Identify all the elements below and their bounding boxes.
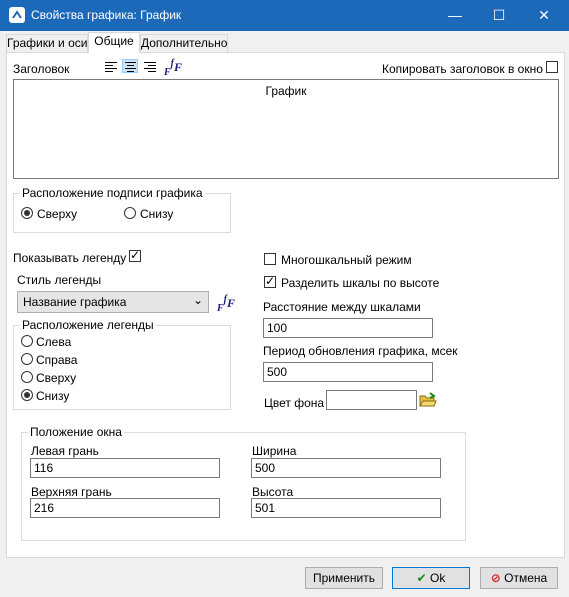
close-icon: ✕: [538, 7, 550, 23]
tab-general[interactable]: Общие: [88, 32, 140, 53]
align-right-button[interactable]: [142, 60, 158, 74]
minimize-icon: —: [448, 7, 462, 23]
legend-font-button[interactable]: FfF: [217, 294, 236, 314]
cancel-label: Отмена: [504, 571, 548, 585]
ok-button[interactable]: ✔ Ok: [392, 567, 470, 589]
left-edge-label: Левая грань: [31, 444, 99, 458]
window-title: Свойства графика: График: [31, 8, 182, 22]
left-edge-input[interactable]: [30, 458, 220, 478]
tab-advanced[interactable]: Дополнительно: [140, 34, 228, 52]
bg-color-label: Цвет фона: [264, 396, 325, 410]
top-edge-input[interactable]: [30, 498, 220, 518]
multiscale-label: Многошкальный режим: [281, 253, 412, 267]
window-position-title: Положение окна: [28, 425, 124, 439]
cancel-button[interactable]: ⊘ Отмена: [480, 567, 558, 589]
maximize-icon: ☐: [492, 7, 506, 23]
legend-bottom-label: Снизу: [36, 389, 70, 403]
folder-open-icon[interactable]: [419, 392, 437, 408]
width-input[interactable]: [251, 458, 441, 478]
caption-bottom-radio[interactable]: [124, 207, 136, 219]
cancel-icon: ⊘: [490, 571, 501, 585]
refresh-period-label: Период обновления графика, мсек: [263, 344, 458, 358]
legend-right-label: Справа: [36, 353, 78, 367]
title-text: График: [265, 84, 307, 98]
font-icon: FfF: [217, 294, 236, 314]
title-textarea[interactable]: График: [13, 79, 559, 179]
legend-top-radio[interactable]: [21, 371, 33, 383]
legend-style-label: Стиль легенды: [17, 273, 102, 287]
copy-title-label: Копировать заголовок в окно: [382, 62, 543, 76]
distance-label: Расстояние между шкалами: [263, 300, 421, 314]
multiscale-checkbox[interactable]: [264, 253, 276, 265]
top-edge-label: Верхняя грань: [31, 485, 112, 499]
caption-bottom-label: Снизу: [140, 207, 174, 221]
width-label: Ширина: [252, 444, 297, 458]
ok-label: Ok: [430, 571, 446, 585]
legend-right-radio[interactable]: [21, 353, 33, 365]
font-icon: FfF: [164, 58, 183, 78]
tab-graphs-axes[interactable]: Графики и оси: [6, 34, 88, 52]
caption-top-label: Сверху: [37, 207, 78, 221]
legend-style-value: Название графика: [23, 295, 127, 309]
font-settings-button[interactable]: FfF: [164, 58, 183, 78]
distance-input[interactable]: [263, 318, 433, 338]
bg-color-input[interactable]: [326, 390, 417, 410]
copy-title-checkbox[interactable]: [546, 61, 558, 73]
chevron-down-icon: ⌄: [192, 293, 203, 307]
minimize-button[interactable]: —: [432, 0, 478, 31]
caption-position-title: Расположение подписи графика: [20, 186, 205, 200]
legend-left-label: Слева: [36, 335, 72, 349]
refresh-period-input[interactable]: [263, 362, 433, 382]
app-icon: [9, 7, 25, 23]
height-input[interactable]: [251, 498, 441, 518]
height-label: Высота: [252, 485, 294, 499]
title-label: Заголовок: [13, 62, 70, 76]
legend-style-select[interactable]: Название графика ⌄: [17, 291, 209, 313]
align-left-button[interactable]: [103, 60, 119, 74]
split-scales-checkbox[interactable]: [264, 274, 276, 288]
legend-bottom-radio[interactable]: [21, 389, 33, 401]
apply-button[interactable]: Применить: [305, 567, 383, 589]
show-legend-checkbox[interactable]: [129, 248, 141, 262]
legend-left-radio[interactable]: [21, 335, 33, 347]
title-bar: Свойства графика: График — ☐ ✕: [0, 0, 569, 31]
close-button[interactable]: ✕: [521, 0, 567, 31]
show-legend-label: Показывать легенду: [13, 251, 127, 265]
legend-top-label: Сверху: [36, 371, 77, 385]
legend-position-title: Расположение легенды: [20, 318, 156, 332]
maximize-button[interactable]: ☐: [476, 0, 522, 31]
checkmark-icon: ✔: [416, 571, 427, 585]
caption-top-radio[interactable]: [21, 207, 33, 219]
split-scales-label: Разделить шкалы по высоте: [281, 276, 440, 290]
align-center-button[interactable]: [122, 59, 138, 73]
